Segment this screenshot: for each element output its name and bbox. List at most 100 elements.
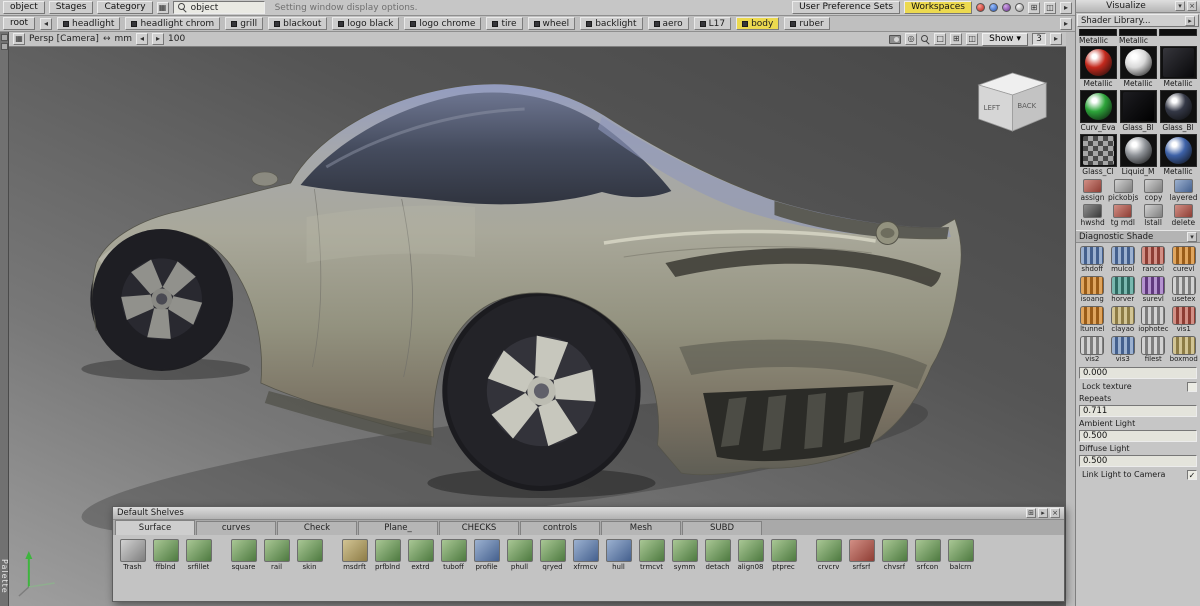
show-menu-button[interactable]: Show ▾ [982, 32, 1028, 46]
user-preference-sets-button[interactable]: User Preference Sets [792, 1, 901, 14]
zoom-increase-icon[interactable]: ▸ [152, 33, 165, 45]
shelf-tab[interactable]: Plane_ [358, 521, 438, 535]
shelf-tab[interactable]: Surface [115, 520, 195, 535]
shelf-tab[interactable]: SUBD [682, 521, 762, 535]
shelf-tool-button[interactable]: extrd [405, 539, 436, 571]
shelf-button[interactable]: backlight [580, 17, 643, 30]
shader-swatch[interactable]: Glass_Bl [1159, 90, 1197, 133]
lock-texture-checkbox[interactable] [1187, 381, 1197, 392]
search-box[interactable]: object [172, 1, 265, 14]
ambient-light-field[interactable]: 0.500 [1079, 430, 1197, 442]
shelf-tab[interactable]: Mesh [601, 521, 681, 535]
shader-gray-icon[interactable] [1015, 3, 1024, 12]
category-tab[interactable]: Category [97, 1, 153, 14]
shelf-tool-button[interactable]: skin [294, 539, 325, 571]
shelf-scroll-right-icon[interactable]: ▸ [1060, 17, 1072, 30]
shelves-titlebar[interactable]: Default Shelves ⊞ ▸ × [113, 507, 1064, 520]
shelves-grid-icon[interactable]: ⊞ [1026, 508, 1036, 518]
shelf-tool-button[interactable]: chvsrf [879, 539, 910, 571]
shader-swatch[interactable]: Metallic [1159, 46, 1197, 89]
shelf-tab[interactable]: CHECKS [439, 521, 519, 535]
units-toggle-icon[interactable]: ↔ [103, 34, 111, 44]
workspaces-button[interactable]: Workspaces [904, 1, 972, 14]
diagnostic-tool-button[interactable]: clayao [1108, 306, 1139, 333]
shelf-tool-button[interactable]: ffblnd [150, 539, 181, 571]
quad-pane-icon[interactable]: ⊞ [950, 33, 963, 45]
shelf-tab[interactable]: controls [520, 521, 600, 535]
shader-action-button[interactable]: hwshd [1078, 204, 1107, 227]
repeats-field[interactable]: 0.711 [1079, 405, 1197, 417]
shelf-button[interactable]: L17 [693, 17, 732, 30]
shelf-tool-button[interactable]: tuboff [438, 539, 469, 571]
shade-value-field[interactable]: 0.000 [1079, 367, 1197, 379]
shelf-tool-button[interactable]: srfsrf [846, 539, 877, 571]
clipped-swatch[interactable] [1119, 29, 1157, 36]
shader-swatch[interactable]: Glass_Bl [1119, 90, 1157, 133]
shelf-tool-button[interactable]: align08 [735, 539, 766, 571]
shelf-tool-button[interactable]: msdrft [339, 539, 370, 571]
menubar-overflow-arrow-icon[interactable]: ▸ [1060, 1, 1072, 14]
shelf-tool-button[interactable]: srfillet [183, 539, 214, 571]
view-cube[interactable]: LEFT BACK [977, 72, 1048, 132]
diagnostic-collapse-icon[interactable]: ▾ [1187, 231, 1197, 242]
shelf-button[interactable]: logo chrome [404, 17, 482, 30]
zoom-tool-icon[interactable] [921, 34, 930, 44]
diagnostic-tool-button[interactable]: boxmod [1169, 336, 1200, 363]
link-light-checkbox[interactable]: ✓ [1187, 469, 1197, 480]
shelf-scroll-left-icon[interactable]: ◂ [40, 17, 53, 30]
shelf-tab[interactable]: curves [196, 521, 276, 535]
shelf-tab[interactable]: Check [277, 521, 357, 535]
shelf-button[interactable]: grill [225, 17, 264, 30]
diagnostic-tool-button[interactable]: surevl [1138, 276, 1169, 303]
shelf-tool-button[interactable]: phull [504, 539, 535, 571]
shader-action-button[interactable]: tg mdl [1108, 204, 1137, 227]
palette-dock-icon[interactable] [1, 34, 8, 41]
shader-blue-icon[interactable] [989, 3, 998, 12]
shelf-tool-button[interactable]: detach [702, 539, 733, 571]
shelf-button[interactable]: wheel [527, 17, 576, 30]
shelf-button[interactable]: tire [486, 17, 523, 30]
palette-label[interactable]: Palette [0, 559, 9, 594]
viewport-grid-icon[interactable]: ▦ [13, 33, 25, 45]
clipped-swatch[interactable] [1159, 29, 1197, 36]
diffuse-light-field[interactable]: 0.500 [1079, 455, 1197, 467]
target-icon[interactable]: ◎ [905, 33, 918, 45]
shader-red-icon[interactable] [976, 3, 985, 12]
diagnostic-tool-button[interactable]: ltunnel [1077, 306, 1108, 333]
layout-cube-icon[interactable]: ◫ [1044, 1, 1056, 14]
shelf-tool-button[interactable]: qryed [537, 539, 568, 571]
shader-swatch[interactable]: Liquid_M [1119, 134, 1157, 177]
diagnostic-tool-button[interactable]: isoang [1077, 276, 1108, 303]
next-page-icon[interactable]: ▸ [1050, 33, 1062, 45]
shelves-expand-icon[interactable]: ▸ [1038, 508, 1048, 518]
shelf-button[interactable]: ruber [784, 17, 830, 30]
diagnostic-tool-button[interactable]: vis3 [1108, 336, 1139, 363]
shader-action-button[interactable]: lstall [1139, 204, 1168, 227]
shelf-button[interactable]: body [736, 17, 780, 30]
shader-swatch[interactable]: Metallic [1079, 46, 1117, 89]
shader-swatch[interactable]: Glass_Cl [1079, 134, 1117, 177]
shelf-button[interactable]: headlight [57, 17, 121, 30]
shelf-tool-button[interactable]: crvcrv [813, 539, 844, 571]
shelf-button[interactable]: blackout [268, 17, 328, 30]
zoom-decrease-icon[interactable]: ◂ [136, 33, 149, 45]
camera-label[interactable]: Persp [Camera] [29, 34, 99, 44]
shelf-button[interactable]: headlight chrom [125, 17, 221, 30]
shelf-tool-button[interactable]: rail [261, 539, 292, 571]
panel-menu-icon[interactable]: ▾ [1175, 1, 1185, 11]
root-button[interactable]: root [3, 17, 36, 30]
diagnostic-tool-button[interactable]: shdoff [1077, 246, 1108, 273]
shelf-tool-button[interactable]: trmcvt [636, 539, 667, 571]
shelf-button[interactable]: aero [647, 17, 689, 30]
toolbox-icon[interactable]: ▦ [156, 1, 169, 14]
shader-swatch[interactable]: Curv_Eva [1079, 90, 1117, 133]
shelves-close-icon[interactable]: × [1050, 508, 1060, 518]
diagnostic-tool-button[interactable]: mulcol [1108, 246, 1139, 273]
shader-action-button[interactable]: layered [1169, 179, 1198, 202]
camera-icon[interactable] [889, 34, 902, 44]
split-pane-icon[interactable]: ◫ [966, 33, 979, 45]
diagnostic-tool-button[interactable]: iophotec [1138, 306, 1169, 333]
shelf-tool-button[interactable]: symm [669, 539, 700, 571]
shelf-tool-button[interactable]: prfblnd [372, 539, 403, 571]
shader-action-button[interactable]: delete [1169, 204, 1198, 227]
